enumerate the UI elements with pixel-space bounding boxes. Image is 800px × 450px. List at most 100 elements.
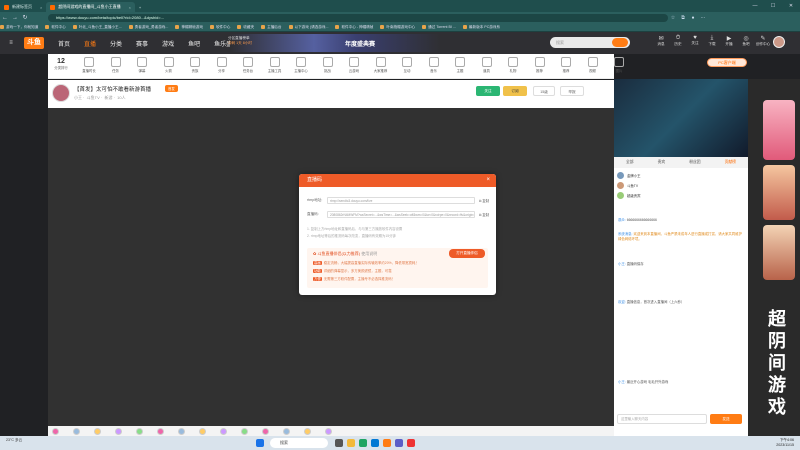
avatar[interactable]: [773, 36, 785, 48]
gift-icon[interactable]: [325, 427, 332, 435]
category-item[interactable]: 主播工具: [262, 57, 288, 73]
url-input[interactable]: https://www.douyu.com/beta/topic/bell?ri…: [48, 13, 668, 22]
category-item[interactable]: 贵族: [182, 57, 208, 73]
bookmark-item[interactable]: 叶北_斗鱼小王_直播小王...: [72, 25, 122, 30]
category-item[interactable]: 礼物: [500, 57, 526, 73]
weather-widget[interactable]: 23°C 多云: [6, 438, 22, 443]
close-icon[interactable]: ✕: [782, 0, 800, 12]
star-icon[interactable]: ☆: [668, 15, 678, 21]
category-item[interactable]: 主题: [447, 57, 473, 73]
rank-item[interactable]: 超级贵宾: [617, 190, 745, 200]
gift-icon[interactable]: [241, 427, 248, 435]
gift-icon[interactable]: [115, 427, 122, 435]
nav-live[interactable]: 直播: [84, 39, 96, 48]
bookmark-item[interactable]: 叶南拖帽游戏中心: [380, 25, 415, 30]
rank-item[interactable]: 金牌小王: [617, 170, 745, 180]
gift-icon[interactable]: [94, 427, 101, 435]
header-icon[interactable]: ⏱ 历史: [669, 35, 687, 47]
category-item[interactable]: 直播时长: [76, 57, 102, 73]
chrome-icon[interactable]: [359, 439, 367, 447]
douyu-logo[interactable]: 斗鱼: [24, 37, 44, 49]
category-item[interactable]: 弹幕: [129, 57, 155, 73]
chat-user[interactable]: 系统消息:: [618, 232, 633, 236]
tab-contrib[interactable]: 贡献榜: [725, 160, 736, 165]
copy-rtmp-button[interactable]: ⧉ 复制: [479, 198, 489, 203]
gift-icon[interactable]: [136, 427, 143, 435]
report-button[interactable]: 举报: [560, 86, 584, 96]
bookmark-item[interactable]: 勇者游戏_勇者游戏...: [128, 25, 168, 30]
header-icon[interactable]: ♥ 关注: [686, 35, 704, 46]
tab-all[interactable]: 全部: [626, 160, 634, 165]
tab-new[interactable]: 新建标签页 ×: [0, 2, 46, 12]
profile-icon[interactable]: ●: [688, 15, 698, 21]
nav-yuba[interactable]: 鱼吧: [188, 39, 200, 48]
new-tab-button[interactable]: +: [135, 2, 145, 12]
tag[interactable]: 小王: [74, 95, 82, 100]
nav-games[interactable]: 游戏: [162, 39, 174, 48]
promo-card[interactable]: [763, 165, 795, 220]
category-count[interactable]: 12 分类排行: [53, 58, 69, 70]
chat-user[interactable]: 小王:: [618, 380, 626, 384]
tag[interactable]: 斗鱼TV: [87, 95, 100, 100]
open-companion-button[interactable]: 打开直播伴侣: [449, 249, 485, 258]
file-explorer-icon[interactable]: [347, 439, 355, 447]
category-item[interactable]: 视频: [580, 57, 606, 73]
subscribe-button[interactable]: 订阅: [503, 86, 527, 96]
task-view-icon[interactable]: [335, 439, 343, 447]
reload-icon[interactable]: ↻: [20, 14, 30, 21]
menu-icon[interactable]: ⋯: [698, 15, 708, 21]
extensions-icon[interactable]: ⧉: [678, 15, 688, 21]
follow-button[interactable]: 关注: [476, 86, 500, 96]
bookmark-item[interactable]: 以下游戏 (请选游戏...: [288, 25, 328, 30]
tag[interactable]: 新游: [104, 95, 112, 100]
bookmark-item[interactable]: 软件中心: [209, 25, 230, 30]
close-icon[interactable]: ×: [40, 5, 42, 10]
category-item[interactable]: 互动: [394, 57, 420, 73]
category-item[interactable]: 火箭: [156, 57, 182, 73]
rtmp-field[interactable]: rtmp://sendtc3.douyu.com/live: [327, 197, 475, 204]
close-icon[interactable]: ×: [129, 5, 131, 10]
gift-icon[interactable]: [52, 427, 59, 435]
tab-vip[interactable]: 贵宾: [658, 160, 666, 165]
bookmark-item[interactable]: 游戏一下，你就知道: [0, 25, 38, 30]
chat-user[interactable]: 观众:: [618, 218, 626, 222]
promo-tag[interactable]: 使用说明: [361, 251, 377, 256]
category-item[interactable]: 云游戏: [341, 57, 367, 73]
chat-input[interactable]: 这里输入聊天内容: [617, 414, 707, 424]
bookmark-item[interactable]: 通过 Torrent BI ...: [422, 25, 456, 30]
copy-code-button[interactable]: ⧉ 复制: [479, 212, 489, 217]
menu-icon[interactable]: ≡: [6, 40, 16, 46]
category-item[interactable]: 任务台: [235, 57, 261, 73]
app-icon[interactable]: [395, 439, 403, 447]
header-icon[interactable]: ✉ 消息: [652, 35, 670, 47]
header-icon[interactable]: ◎ 鱼吧: [737, 35, 755, 47]
tab-douyu[interactable]: 超阴间游戏的直播间_斗鱼小王直播 ×: [46, 2, 135, 12]
promo-card[interactable]: [763, 225, 795, 280]
gift-icon[interactable]: [178, 427, 185, 435]
gift-icon[interactable]: [199, 427, 206, 435]
chat-user[interactable]: 欢迎:: [618, 300, 626, 304]
rank-item[interactable]: 斗鱼TV: [617, 180, 745, 190]
game-preview[interactable]: [614, 79, 748, 157]
edge-icon[interactable]: [371, 439, 379, 447]
gift-icon[interactable]: [220, 427, 227, 435]
forward-icon[interactable]: →: [10, 15, 20, 21]
header-icon[interactable]: ▶ 开播: [720, 35, 738, 47]
code-field[interactable]: 2080862rN4MWFM?wsSecret=...&wsTime=...&w…: [327, 211, 475, 218]
taskbar-search[interactable]: 搜索: [270, 438, 328, 448]
category-item[interactable]: 分享: [209, 57, 235, 73]
gift-icon[interactable]: [262, 427, 269, 435]
minimize-icon[interactable]: —: [746, 0, 764, 12]
promo-card[interactable]: [763, 100, 795, 160]
gift-icon[interactable]: [304, 427, 311, 435]
bookmark-item[interactable]: 主播后台: [261, 25, 282, 30]
close-icon[interactable]: ×: [486, 174, 490, 187]
streamer-avatar[interactable]: [52, 84, 70, 102]
maximize-icon[interactable]: ☐: [764, 0, 782, 12]
back-icon[interactable]: ←: [0, 15, 10, 21]
category-item[interactable]: 音乐: [421, 57, 447, 73]
bookmark-item[interactable]: 收藏夹: [237, 25, 254, 30]
chat-user[interactable]: 小王:: [618, 262, 626, 266]
douyu-app-icon[interactable]: [383, 439, 391, 447]
category-item[interactable]: 挑战: [315, 57, 341, 73]
